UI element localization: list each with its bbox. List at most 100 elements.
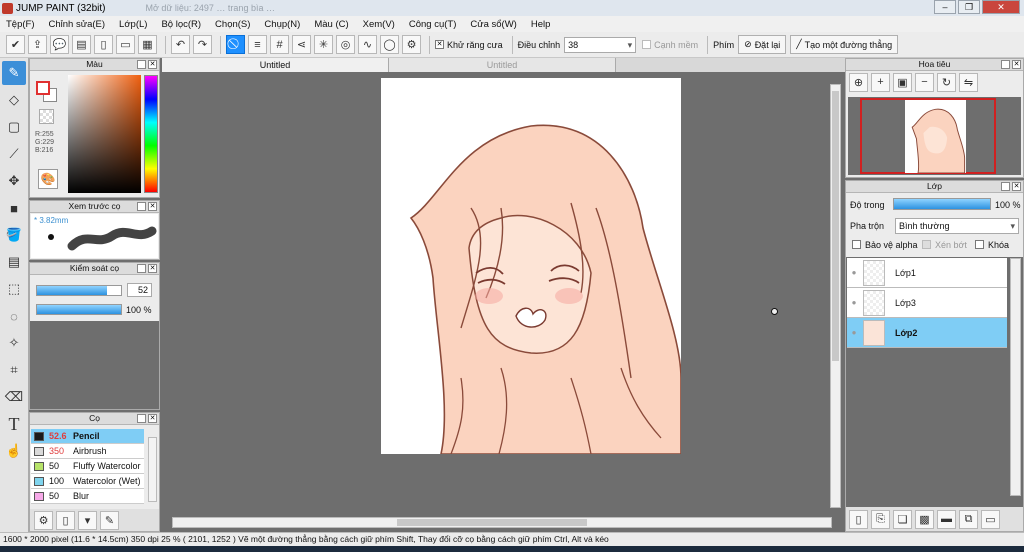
panel-close-icon[interactable]: ✕ (148, 414, 157, 423)
settings-ruler-icon[interactable]: ⚙ (402, 35, 421, 54)
layer-item-lop3[interactable]: ● Lớp3 (847, 288, 1007, 318)
blend-mode-select[interactable]: Bình thường (895, 218, 1019, 234)
ellipse-ruler-icon[interactable]: ◯ (380, 35, 399, 54)
menu-window[interactable]: Cửa sổ(W) (470, 19, 516, 30)
tab-untitled-1[interactable]: Untitled (162, 58, 389, 72)
antialias-checkbox[interactable]: ✕ (435, 40, 444, 49)
brush-edit-icon[interactable]: ✎ (100, 510, 119, 530)
menu-file[interactable]: Tệp(F) (6, 19, 35, 30)
document-icon[interactable]: ▯ (94, 35, 113, 54)
canvas-vertical-scrollbar[interactable] (830, 84, 841, 508)
layer-item-lop2[interactable]: ● Lớp2 (847, 318, 1007, 348)
curve-ruler-icon[interactable]: ∿ (358, 35, 377, 54)
adjust-select[interactable]: 38 (564, 36, 637, 53)
menu-view[interactable]: Xem(V) (363, 19, 395, 30)
panel-close-icon[interactable]: ✕ (148, 60, 157, 69)
panel-float-icon[interactable] (1001, 182, 1010, 191)
menu-select[interactable]: Chọn(S) (215, 19, 250, 30)
page-icon[interactable]: ▭ (116, 35, 135, 54)
brush-item-pencil[interactable]: 52.6 Pencil (31, 429, 144, 444)
panel-float-icon[interactable] (1001, 60, 1010, 69)
zoom-in-icon[interactable]: + (871, 72, 890, 92)
duplicate-layer-icon[interactable]: ❏ (893, 509, 912, 529)
new-brush-icon[interactable]: ▯ (56, 510, 75, 530)
folder-icon[interactable]: ▬ (937, 509, 956, 529)
scroll-thumb[interactable] (397, 519, 587, 526)
menu-filter[interactable]: Bộ lọc(R) (161, 19, 201, 30)
select-eraser-tool-icon[interactable]: ⌫ (2, 385, 26, 409)
magic-wand-tool-icon[interactable]: ✧ (2, 331, 26, 355)
menu-capture[interactable]: Chụp(N) (264, 19, 300, 30)
text-tool-icon[interactable]: T (2, 412, 26, 436)
zoom-fit-icon[interactable]: ⊕ (849, 72, 868, 92)
move-tool-icon[interactable]: ✥ (2, 169, 26, 193)
radial-ruler-icon[interactable]: ✳ (314, 35, 333, 54)
menu-edit[interactable]: Chỉnh sửa(E) (49, 19, 106, 30)
layer-item-lop1[interactable]: ● Lớp1 (847, 258, 1007, 288)
menu-layer[interactable]: Lớp(L) (119, 19, 147, 30)
panel-close-icon[interactable]: ✕ (148, 264, 157, 273)
layer-list-scrollbar[interactable] (1010, 258, 1021, 496)
zoom-out-icon[interactable]: − (915, 72, 934, 92)
foreground-swatch[interactable] (36, 81, 50, 95)
alpha-protect-checkbox[interactable] (852, 240, 861, 249)
canvas-horizontal-scrollbar[interactable] (172, 517, 832, 528)
halftone-layer-icon[interactable]: ▩ (915, 509, 934, 529)
drawing-canvas[interactable] (381, 78, 681, 454)
brush-tool-icon[interactable]: ✎ (2, 61, 26, 85)
panel-close-icon[interactable]: ✕ (1012, 182, 1021, 191)
eraser-tool-icon[interactable]: ◇ (2, 88, 26, 112)
panel-close-icon[interactable]: ✕ (148, 202, 157, 211)
perspective-ruler-icon[interactable]: ⋖ (292, 35, 311, 54)
panel-float-icon[interactable] (137, 202, 146, 211)
lasso-tool-icon[interactable]: ◌ (2, 304, 26, 328)
brush-size-slider[interactable] (36, 285, 122, 296)
check-icon[interactable]: ✔ (6, 35, 25, 54)
panel-float-icon[interactable] (137, 414, 146, 423)
reset-button[interactable]: ⊘ Đặt lại (738, 35, 787, 54)
bucket-tool-icon[interactable]: 🪣 (2, 223, 26, 247)
line-tool-icon[interactable]: ⟋ (2, 142, 26, 166)
new-layer-folder-icon[interactable]: ⎘ (871, 509, 890, 529)
transparent-swatch[interactable] (39, 109, 54, 124)
clip-checkbox[interactable] (922, 240, 931, 249)
brush-item-blur[interactable]: 50 Blur (31, 489, 144, 504)
brush-item-airbrush[interactable]: 350 Airbrush (31, 444, 144, 459)
panel-close-icon[interactable]: ✕ (1012, 60, 1021, 69)
flip-icon[interactable]: ⇋ (959, 72, 978, 92)
rect-select-tool-icon[interactable]: ⬚ (2, 277, 26, 301)
comment-icon[interactable]: 💬 (50, 35, 69, 54)
navigator-preview[interactable] (848, 97, 1021, 175)
menu-help[interactable]: Help (531, 19, 551, 30)
concentric-ruler-icon[interactable]: ◎ (336, 35, 355, 54)
scroll-thumb[interactable] (832, 91, 839, 361)
merge-layer-icon[interactable]: ⧉ (959, 509, 978, 529)
layer-opacity-slider[interactable] (893, 198, 991, 210)
undo-icon[interactable]: ↶ (171, 35, 190, 54)
minimize-button[interactable]: – (934, 0, 956, 14)
saturation-value-picker[interactable] (68, 75, 141, 193)
redo-icon[interactable]: ↷ (193, 35, 212, 54)
brush-list-scrollbar[interactable] (148, 437, 157, 502)
panel-float-icon[interactable] (137, 264, 146, 273)
shape-tool-icon[interactable]: ▢ (2, 115, 26, 139)
menu-color[interactable]: Màu (C) (314, 19, 348, 30)
hand-tool-icon[interactable]: ☝ (2, 439, 26, 463)
tab-untitled-2[interactable]: Untitled (389, 58, 616, 72)
parallel-ruler-icon[interactable]: ≡ (248, 35, 267, 54)
export-icon[interactable]: ⇪ (28, 35, 47, 54)
lock-checkbox[interactable] (975, 240, 984, 249)
straight-line-button[interactable]: ╱ Tạo một đường thẳng (790, 35, 899, 54)
visibility-icon[interactable]: ● (847, 268, 861, 277)
rotate-icon[interactable]: ↻ (937, 72, 956, 92)
panel-float-icon[interactable] (137, 60, 146, 69)
fill-rect-tool-icon[interactable]: ■ (2, 196, 26, 220)
brush-size-input[interactable]: 52 (127, 283, 152, 297)
brush-opacity-slider[interactable] (36, 304, 122, 315)
new-layer-icon[interactable]: ▯ (849, 509, 868, 529)
visibility-icon[interactable]: ● (847, 328, 861, 337)
close-button[interactable]: ✕ (982, 0, 1020, 14)
brush-item-watercolor-wet[interactable]: 100 Watercolor (Wet) (31, 474, 144, 489)
brush-settings-icon[interactable]: ⚙ (34, 510, 53, 530)
visibility-icon[interactable]: ● (847, 298, 861, 307)
